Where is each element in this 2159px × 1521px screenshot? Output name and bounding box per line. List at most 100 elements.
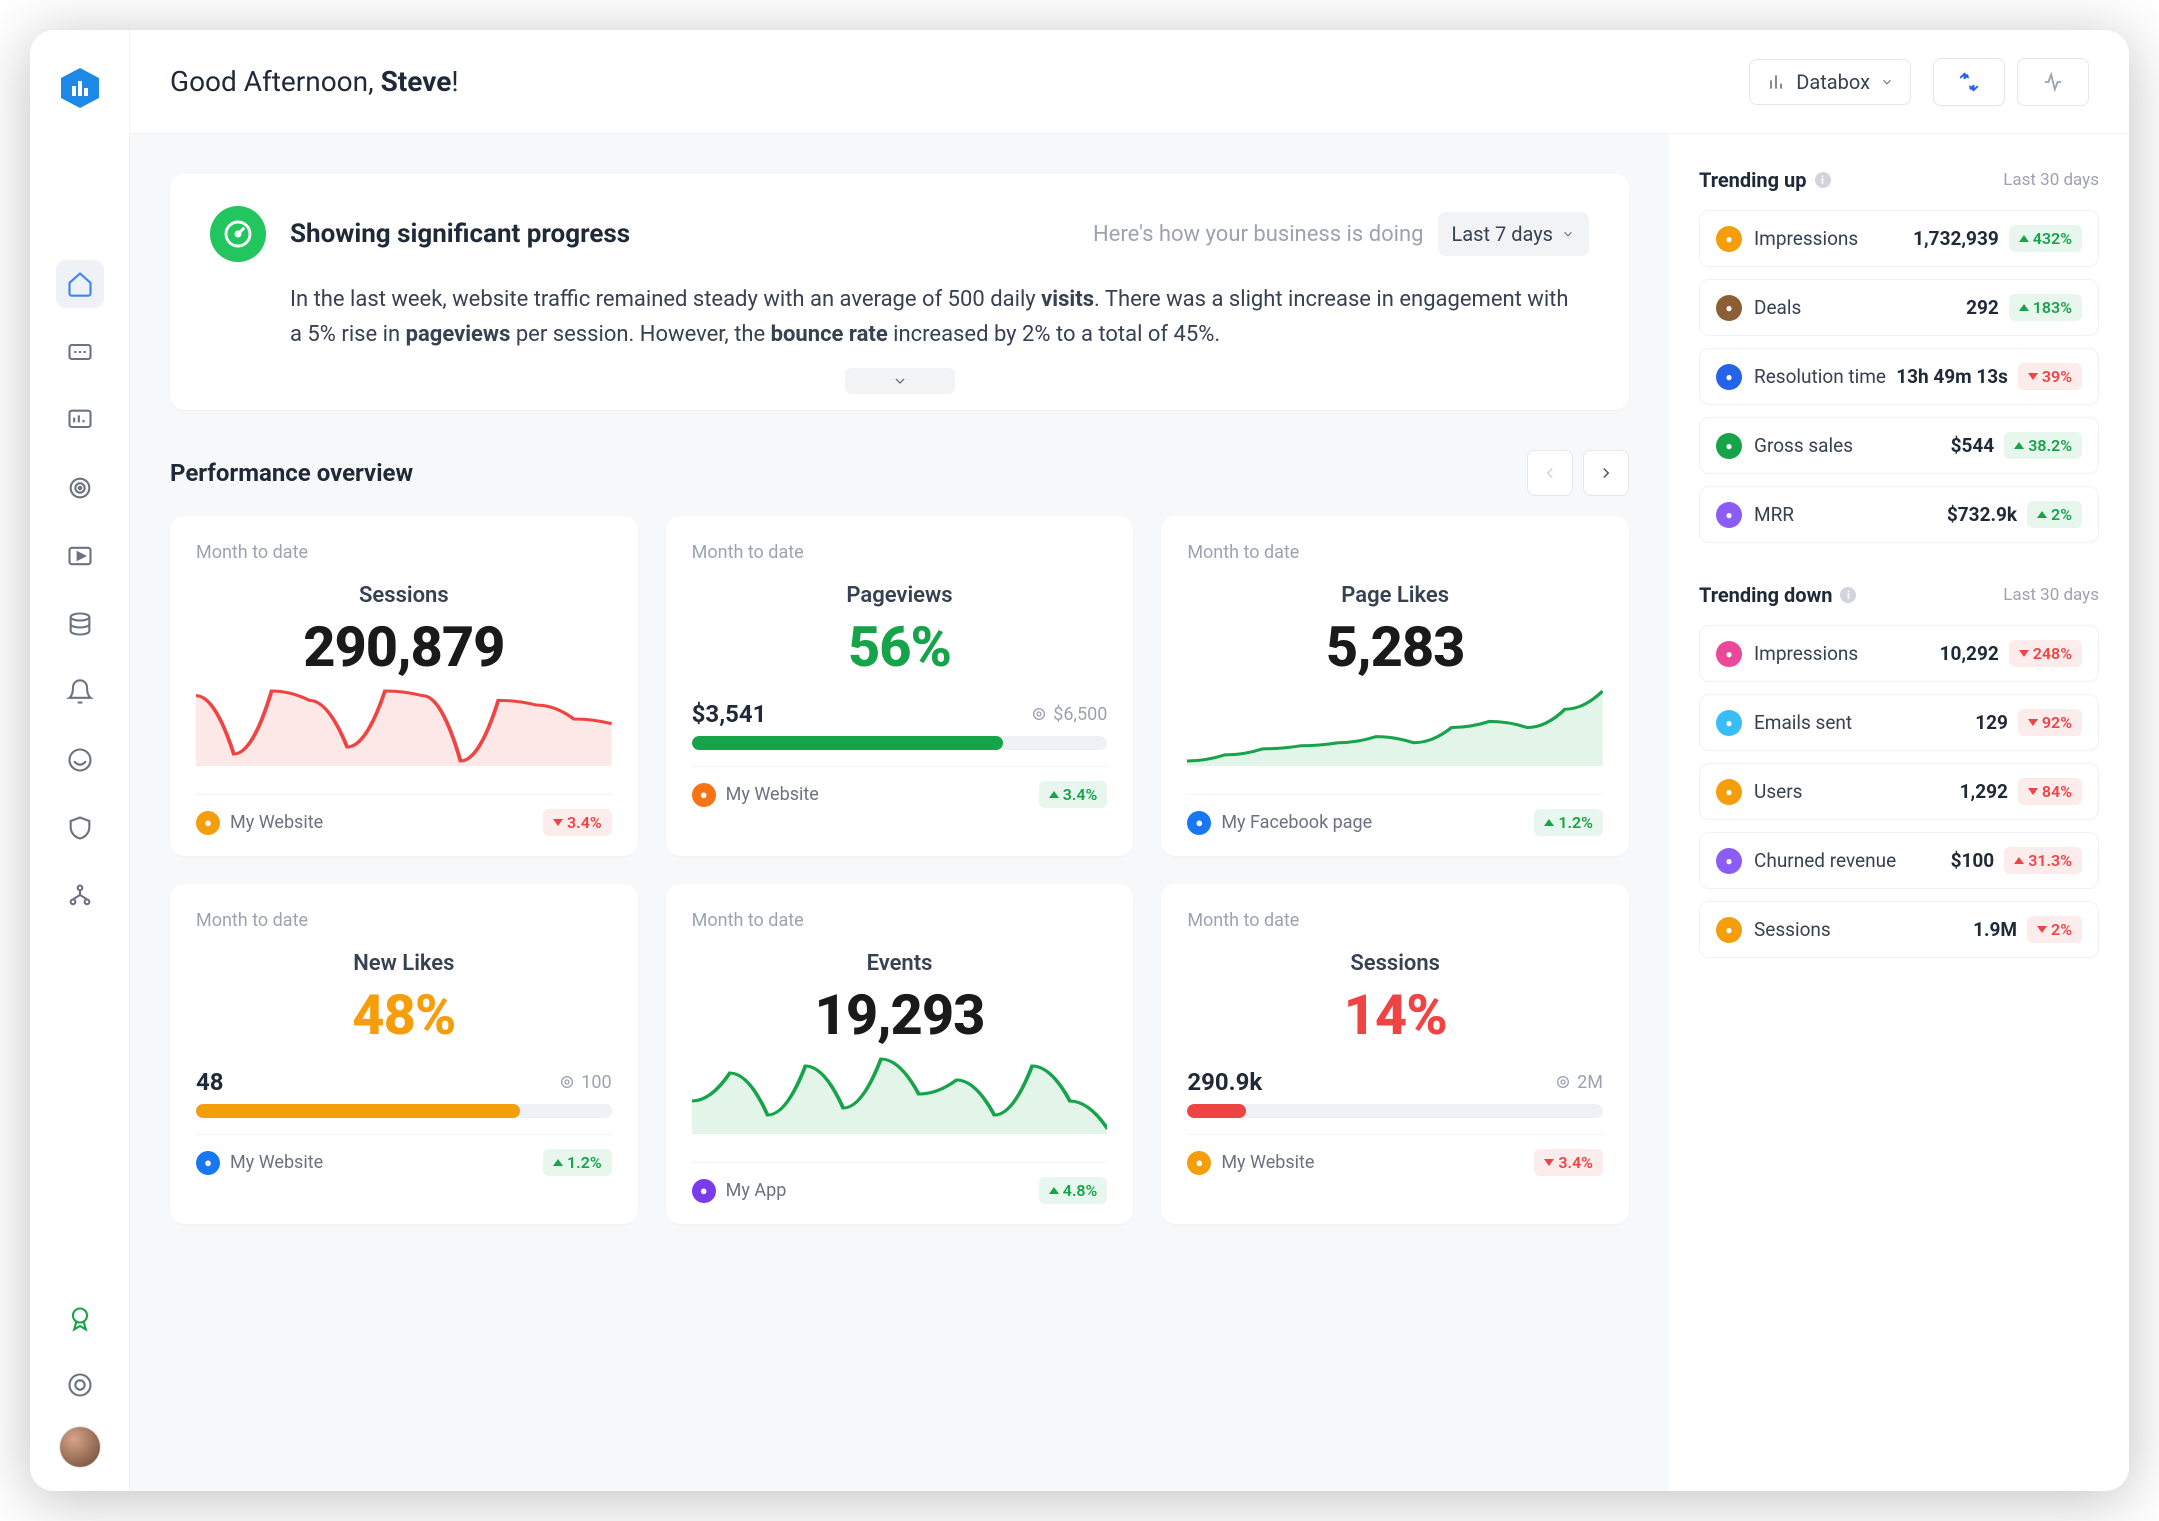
delta-badge: 2% bbox=[2027, 501, 2082, 528]
nav-achievements[interactable] bbox=[56, 1295, 104, 1343]
nav-home[interactable] bbox=[56, 260, 104, 308]
metric-period: Month to date bbox=[1187, 542, 1603, 563]
progress-label: $3,541 bbox=[692, 700, 767, 728]
nav-shield[interactable] bbox=[56, 804, 104, 852]
trend-item[interactable]: ●Gross sales $544 38.2% bbox=[1699, 417, 2099, 474]
trend-item-value: 129 bbox=[1975, 711, 2008, 734]
source-icon: ● bbox=[692, 783, 716, 807]
progress-target: 100 bbox=[559, 1072, 611, 1093]
progress-bar bbox=[692, 736, 1108, 750]
trend-item[interactable]: ●Deals 292 183% bbox=[1699, 279, 2099, 336]
trend-item-value: 1,292 bbox=[1960, 780, 2008, 803]
source-icon: ● bbox=[196, 811, 220, 835]
delta-badge: 3.4% bbox=[1039, 781, 1108, 808]
trend-item-left: ●Users bbox=[1716, 779, 1802, 805]
greeting: Good Afternoon, Steve! bbox=[170, 65, 459, 98]
chevron-down-icon bbox=[1561, 227, 1575, 241]
metric-period: Month to date bbox=[692, 910, 1108, 931]
source-icon: ● bbox=[1716, 848, 1742, 874]
greeting-suffix: ! bbox=[451, 65, 458, 98]
metric-card[interactable]: Month to date Sessions 290,879 ●My Websi… bbox=[170, 516, 638, 856]
progress-target: $6,500 bbox=[1031, 704, 1107, 725]
metric-card[interactable]: Month to date New Likes 48% 48 100 ●My W… bbox=[170, 884, 638, 1224]
delta-badge: 248% bbox=[2009, 640, 2082, 667]
sparkline-chart bbox=[692, 1054, 1108, 1134]
trend-item[interactable]: ●Emails sent 129 92% bbox=[1699, 694, 2099, 751]
trend-item-value: 1,732,939 bbox=[1913, 227, 1999, 250]
metric-footer: ●My Website 3.4% bbox=[196, 794, 612, 836]
trend-item[interactable]: ●MRR $732.9k 2% bbox=[1699, 486, 2099, 543]
delta-badge: 1.2% bbox=[543, 1149, 612, 1176]
trending-down-title: Trending downi bbox=[1699, 583, 1856, 607]
trend-item[interactable]: ●Impressions 1,732,939 432% bbox=[1699, 210, 2099, 267]
down-arrow-icon bbox=[2028, 719, 2038, 726]
metric-name: Sessions bbox=[196, 583, 612, 608]
metric-card[interactable]: Month to date Pageviews 56% $3,541 $6,50… bbox=[666, 516, 1134, 856]
trend-item-label: Gross sales bbox=[1754, 434, 1853, 457]
body: Showing significant progress Here's how … bbox=[130, 134, 2129, 1491]
pager-next[interactable] bbox=[1583, 450, 1629, 496]
tab-activity[interactable] bbox=[2017, 58, 2089, 106]
trend-item-label: Users bbox=[1754, 780, 1802, 803]
nav-help[interactable] bbox=[56, 1361, 104, 1409]
info-icon[interactable]: i bbox=[1840, 587, 1856, 603]
insight-head-left: Showing significant progress bbox=[210, 206, 630, 262]
metric-value: 5,283 bbox=[1187, 614, 1603, 680]
pager-prev[interactable] bbox=[1527, 450, 1573, 496]
metric-period: Month to date bbox=[1187, 910, 1603, 931]
trend-item[interactable]: ●Sessions 1.9M 2% bbox=[1699, 901, 2099, 958]
user-avatar[interactable] bbox=[60, 1427, 100, 1467]
trend-item-value: 292 bbox=[1966, 296, 1999, 319]
nav-metrics[interactable] bbox=[56, 328, 104, 376]
down-arrow-icon bbox=[2028, 788, 2038, 795]
metric-source: ●My App bbox=[692, 1179, 787, 1203]
nav-dashboards[interactable] bbox=[56, 396, 104, 444]
source-icon: ● bbox=[692, 1179, 716, 1203]
trend-item[interactable]: ●Users 1,292 84% bbox=[1699, 763, 2099, 820]
metric-name: Events bbox=[692, 951, 1108, 976]
metric-name: Pageviews bbox=[692, 583, 1108, 608]
insight-expand-button[interactable] bbox=[845, 368, 955, 394]
nav-forecast[interactable] bbox=[56, 736, 104, 784]
metric-name: New Likes bbox=[196, 951, 612, 976]
trend-item-value: 13h 49m 13s bbox=[1896, 365, 2008, 388]
info-icon[interactable]: i bbox=[1815, 172, 1831, 188]
trend-item-label: Impressions bbox=[1754, 642, 1858, 665]
trend-item-label: Sessions bbox=[1754, 918, 1831, 941]
source-icon: ● bbox=[1716, 364, 1742, 390]
insight-subtitle: Here's how your business is doing bbox=[1093, 222, 1424, 247]
tab-trends[interactable] bbox=[1933, 58, 2005, 106]
insight-card: Showing significant progress Here's how … bbox=[170, 174, 1629, 410]
nav-alerts[interactable] bbox=[56, 668, 104, 716]
sparkline-chart bbox=[196, 686, 612, 766]
metric-value: 48% bbox=[196, 982, 612, 1048]
greeting-prefix: Good Afternoon, bbox=[170, 65, 381, 98]
delta-badge: 4.8% bbox=[1039, 1177, 1108, 1204]
nav-data[interactable] bbox=[56, 600, 104, 648]
up-arrow-icon bbox=[2019, 235, 2029, 242]
trend-item[interactable]: ●Churned revenue $100 31.3% bbox=[1699, 832, 2099, 889]
nav-reports[interactable] bbox=[56, 532, 104, 580]
metric-name: Sessions bbox=[1187, 951, 1603, 976]
trend-item-left: ●Impressions bbox=[1716, 226, 1858, 252]
nav-goals[interactable] bbox=[56, 464, 104, 512]
workspace-switcher[interactable]: Databox bbox=[1749, 59, 1911, 105]
trend-item[interactable]: ●Resolution time 13h 49m 13s 39% bbox=[1699, 348, 2099, 405]
metric-card[interactable]: Month to date Events 19,293 ●My App 4.8% bbox=[666, 884, 1134, 1224]
progress-fill bbox=[1187, 1104, 1245, 1118]
metric-card[interactable]: Month to date Page Likes 5,283 ●My Faceb… bbox=[1161, 516, 1629, 856]
insight-title: Showing significant progress bbox=[290, 219, 630, 249]
delta-badge: 3.4% bbox=[543, 809, 612, 836]
trend-item-left: ●Churned revenue bbox=[1716, 848, 1896, 874]
trend-item[interactable]: ●Impressions 10,292 248% bbox=[1699, 625, 2099, 682]
insight-period-dropdown[interactable]: Last 7 days bbox=[1438, 212, 1589, 256]
metric-value: 14% bbox=[1187, 982, 1603, 1048]
metric-source: ●My Website bbox=[196, 811, 323, 835]
delta-badge: 1.2% bbox=[1534, 809, 1603, 836]
nav-org[interactable] bbox=[56, 872, 104, 920]
trending-up-list: ●Impressions 1,732,939 432% ●Deals 292 1… bbox=[1699, 210, 2099, 543]
trend-item-left: ●Resolution time bbox=[1716, 364, 1886, 390]
source-icon: ● bbox=[1716, 433, 1742, 459]
progress-fill bbox=[196, 1104, 520, 1118]
metric-card[interactable]: Month to date Sessions 14% 290.9k 2M ●My… bbox=[1161, 884, 1629, 1224]
